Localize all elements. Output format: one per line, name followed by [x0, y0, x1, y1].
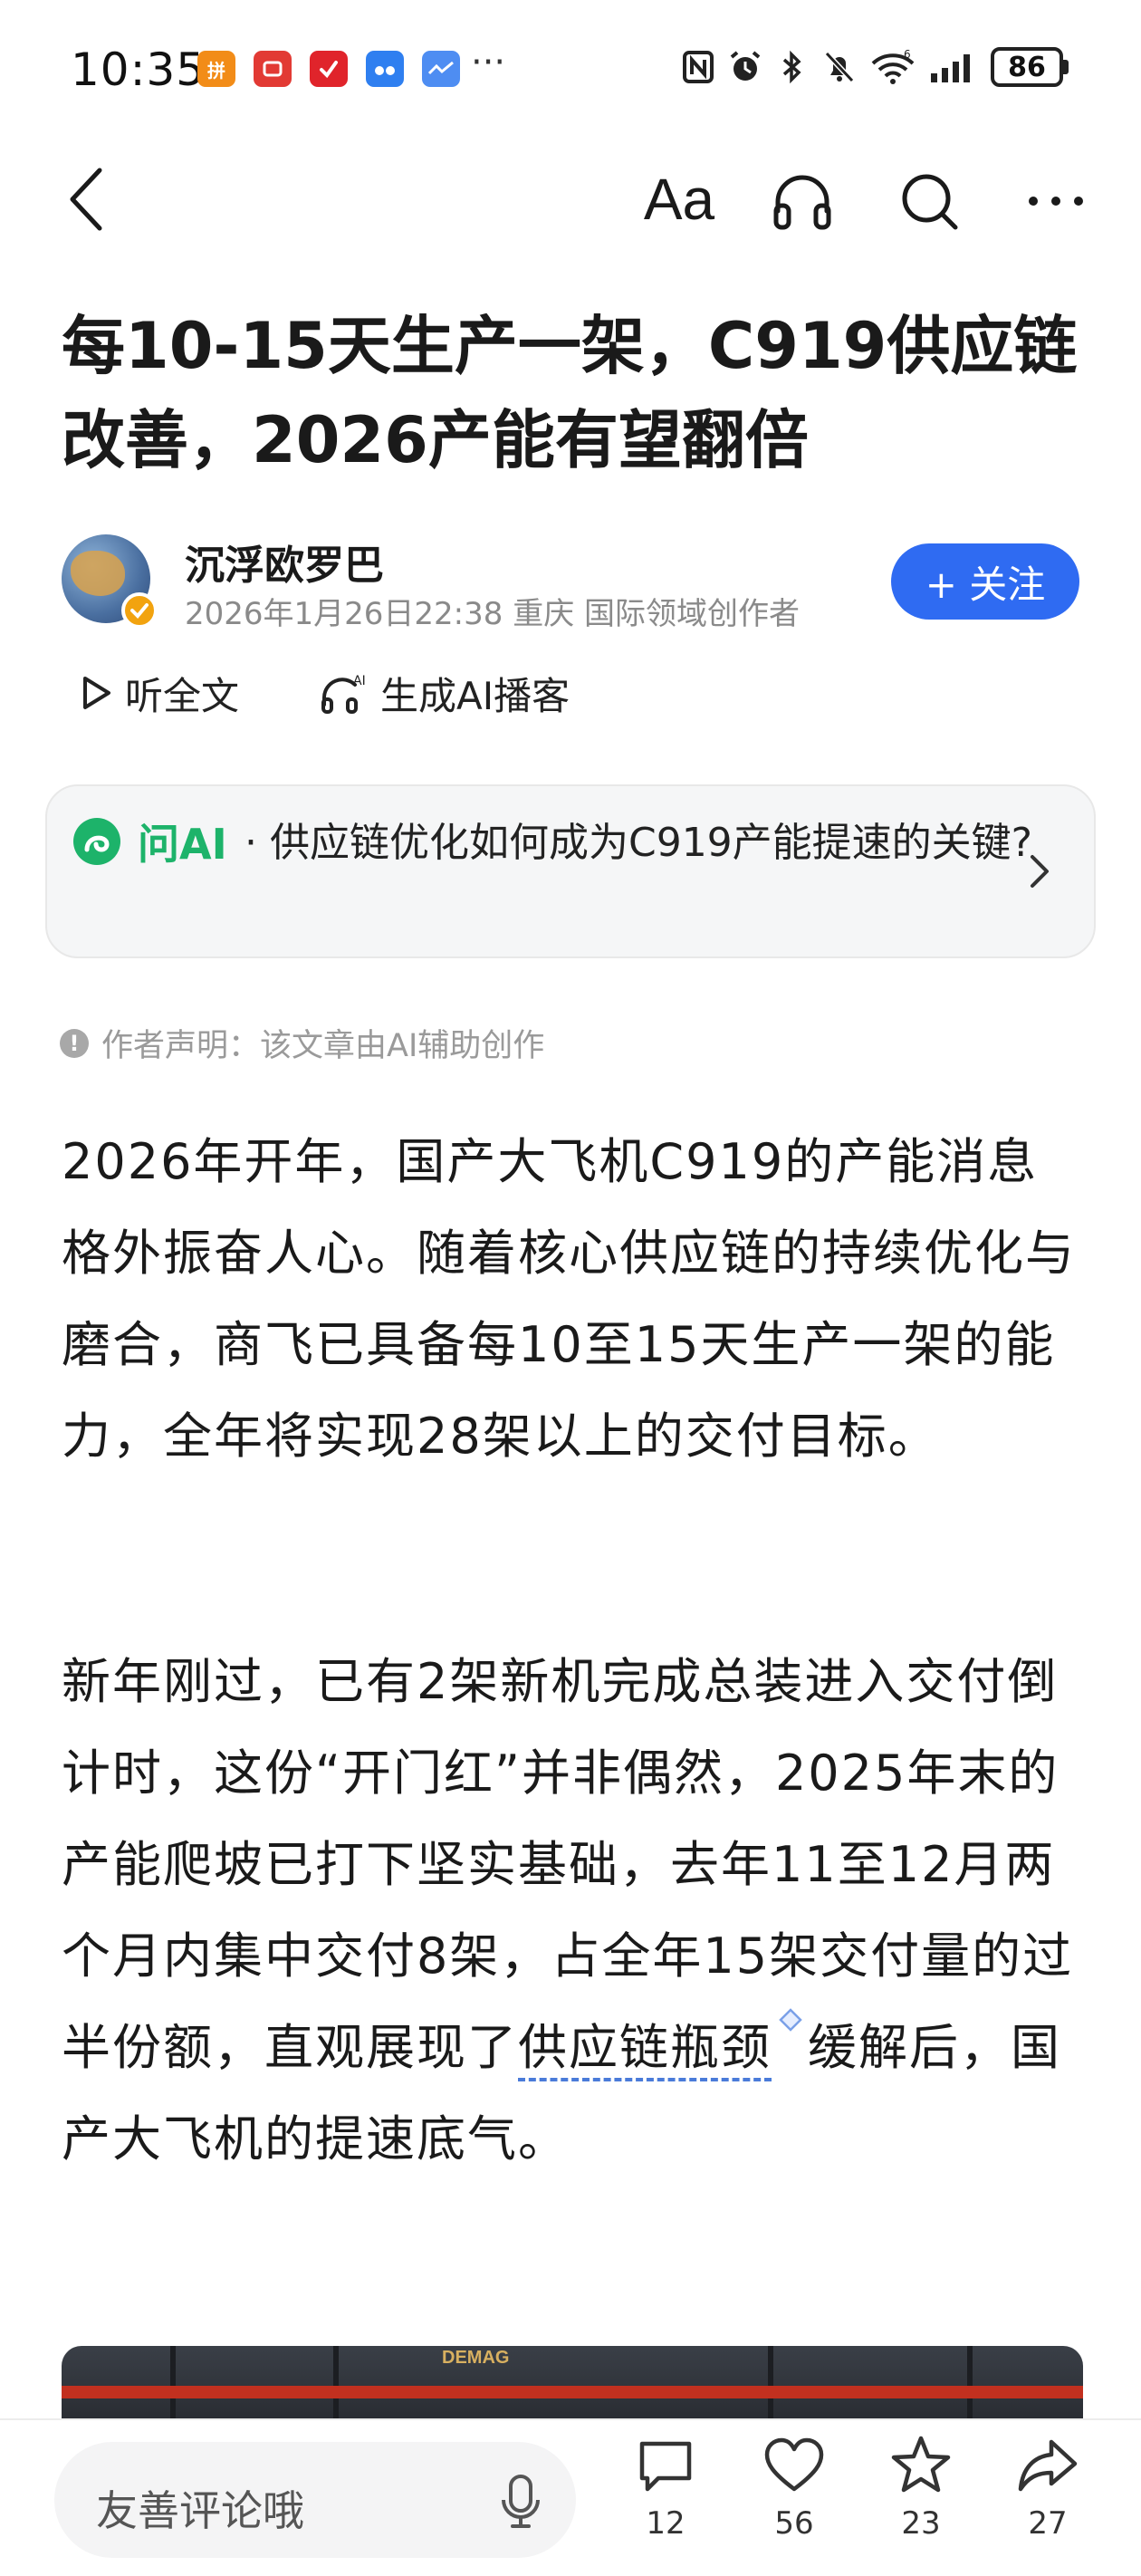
author-statement: ! 作者声明：该文章由AI辅助创作	[60, 1020, 544, 1066]
article-paragraph-1: 2026年开年，国产大飞机C919的产能消息格外振奋人心。随着核心供应链的持续优…	[62, 1133, 1076, 1465]
comment-input[interactable]: 友善评论哦	[54, 2442, 576, 2558]
image-crane-label: DEMAG	[442, 2348, 510, 2368]
status-more-indicator: ···	[471, 42, 506, 83]
listen-button[interactable]	[766, 165, 839, 237]
pocket-app-icon	[310, 51, 348, 87]
alarm-icon	[728, 49, 762, 85]
signal-icon	[929, 49, 978, 85]
share-arrow-icon	[1018, 2439, 1078, 2492]
system-status-icons: 6 86	[681, 47, 1069, 87]
like-count: 56	[774, 2505, 814, 2542]
keyword-diamond-icon	[779, 2008, 802, 2032]
stock-app-icon	[422, 51, 460, 87]
red-app-icon	[254, 51, 292, 87]
ai-podcast-button[interactable]: AI 生成AI播客	[321, 666, 570, 721]
ask-ai-logo-icon	[73, 818, 120, 865]
article-paragraph-2: 新年刚过，已有2架新机完成总装进入交付倒计时，这份“开门红”并非偶然，2025年…	[62, 1636, 1087, 2185]
battery-indicator: 86	[991, 47, 1069, 87]
comment-count: 12	[646, 2505, 686, 2542]
comment-bubble-icon	[639, 2441, 692, 2492]
ask-ai-question: · 供应链优化如何成为C919产能提速的关键?	[244, 820, 1033, 866]
search-button[interactable]	[893, 165, 965, 237]
article-image[interactable]: DEMAG	[62, 2346, 1083, 2418]
favorite-button[interactable]: 23	[871, 2433, 971, 2542]
ai-headphones-icon: AI	[321, 674, 366, 714]
author-row: 沉浮欧罗巴 2026年1月26日22:38 重庆 国际领域创作者 + 关注	[62, 533, 1079, 632]
play-icon	[83, 677, 110, 709]
article-title: 每10-15天生产一架，C919供应链改善，2026产能有望翻倍	[62, 309, 1078, 477]
listen-full-label: 听全文	[125, 673, 240, 718]
share-count: 27	[1028, 2505, 1068, 2542]
status-bar: 10:35 拼 ··· 6 86	[0, 0, 1141, 136]
more-dots-icon	[1029, 197, 1083, 206]
status-time: 10:35	[71, 43, 206, 96]
battery-level: 86	[991, 47, 1063, 87]
font-size-button[interactable]: Aa	[634, 161, 724, 237]
comment-count-button[interactable]: 12	[616, 2433, 715, 2542]
share-button[interactable]: 27	[998, 2433, 1098, 2542]
back-button[interactable]	[54, 163, 118, 235]
microphone-icon[interactable]	[496, 2473, 545, 2531]
headphones-icon	[773, 175, 831, 230]
svg-text:AI: AI	[353, 674, 366, 688]
keyword-link-supply-chain[interactable]: 供应链瓶颈	[518, 2019, 772, 2081]
mute-bell-icon	[822, 49, 857, 85]
author-statement-text: 作者声明：该文章由AI辅助创作	[101, 1028, 545, 1064]
ask-ai-card[interactable]: 问AI · 供应链优化如何成为C919产能提速的关键?	[45, 784, 1096, 958]
info-icon: !	[60, 1028, 89, 1058]
follow-button[interactable]: + 关注	[891, 543, 1079, 620]
author-name[interactable]: 沉浮欧罗巴	[185, 533, 384, 591]
chevron-left-icon	[70, 168, 102, 231]
svg-text:6: 6	[904, 49, 911, 61]
bottom-action-bar: 友善评论哦 12 56 23 27	[0, 2418, 1141, 2576]
listen-full-button[interactable]: 听全文	[80, 666, 239, 721]
pinduoduo-icon: 拼	[197, 51, 235, 87]
paragraph-2-text-a: 新年刚过，已有2架新机完成总装进入交付倒计时，这份“开门红”并非偶然，2025年…	[62, 1653, 1074, 2076]
audio-options: 听全文 AI 生成AI播客	[80, 661, 651, 725]
article-nav-bar: Aa	[0, 145, 1141, 254]
comment-placeholder: 友善评论哦	[96, 2486, 304, 2535]
search-icon	[902, 174, 958, 230]
more-options-button[interactable]	[1020, 165, 1092, 237]
car-home-icon	[366, 51, 404, 87]
bluetooth-icon	[775, 49, 810, 85]
favorite-count: 23	[901, 2505, 941, 2542]
like-button[interactable]: 56	[744, 2433, 844, 2542]
star-icon	[891, 2436, 951, 2493]
author-meta: 2026年1月26日22:38 重庆 国际领域创作者	[185, 596, 801, 632]
chevron-right-icon	[1031, 855, 1049, 888]
ai-podcast-label: 生成AI播客	[380, 673, 570, 718]
verified-badge-icon	[121, 592, 158, 629]
notification-app-icons: 拼	[197, 51, 460, 87]
heart-icon	[764, 2437, 824, 2492]
wifi-icon: 6	[869, 49, 916, 85]
nfc-icon	[681, 49, 715, 85]
